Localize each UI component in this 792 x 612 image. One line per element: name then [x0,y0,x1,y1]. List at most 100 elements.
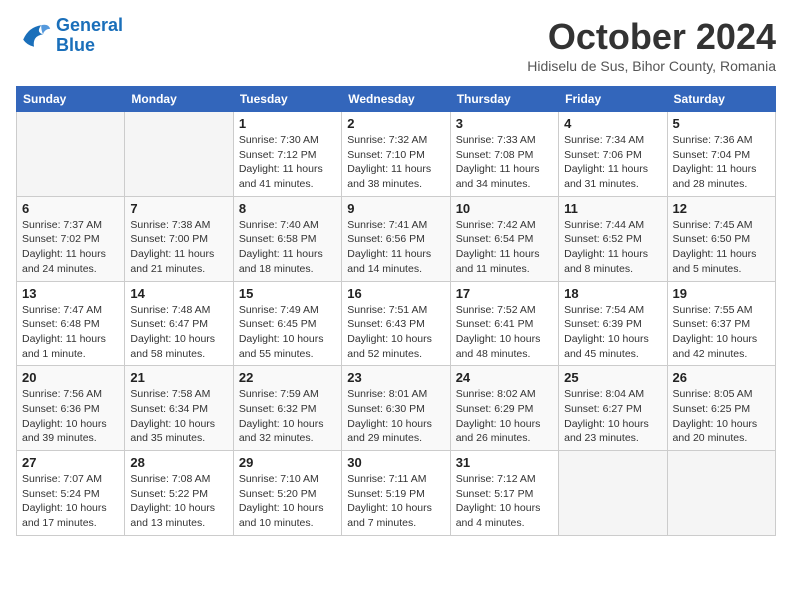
day-cell: 2 Sunrise: 7:32 AM Sunset: 7:10 PM Daylig… [342,112,450,197]
day-info: Sunrise: 7:59 AM Sunset: 6:32 PM Dayligh… [239,387,336,446]
day-number: 25 [564,370,661,385]
col-header-thursday: Thursday [450,87,558,112]
day-info: Sunrise: 7:32 AM Sunset: 7:10 PM Dayligh… [347,133,444,192]
day-number: 22 [239,370,336,385]
day-number: 1 [239,116,336,131]
day-number: 23 [347,370,444,385]
day-number: 17 [456,286,553,301]
day-cell: 19Sunrise: 7:55 AM Sunset: 6:37 PM Dayli… [667,281,775,366]
day-info: Sunrise: 7:42 AM Sunset: 6:54 PM Dayligh… [456,218,553,277]
day-number: 29 [239,455,336,470]
day-cell: 22 Sunrise: 7:59 AM Sunset: 6:32 PM Dayli… [233,366,341,451]
col-header-saturday: Saturday [667,87,775,112]
day-info: Sunrise: 7:33 AM Sunset: 7:08 PM Dayligh… [456,133,553,192]
day-cell: 26Sunrise: 8:05 AM Sunset: 6:25 PM Dayli… [667,366,775,451]
day-number: 26 [673,370,770,385]
day-info: Sunrise: 8:01 AM Sunset: 6:30 PM Dayligh… [347,387,444,446]
day-info: Sunrise: 7:51 AM Sunset: 6:43 PM Dayligh… [347,303,444,362]
week-row-2: 6Sunrise: 7:37 AM Sunset: 7:02 PM Daylig… [17,196,776,281]
day-number: 21 [130,370,227,385]
day-number: 13 [22,286,119,301]
day-number: 16 [347,286,444,301]
day-cell: 29Sunrise: 7:10 AM Sunset: 5:20 PM Dayli… [233,451,341,536]
day-cell: 16 Sunrise: 7:51 AM Sunset: 6:43 PM Dayli… [342,281,450,366]
day-info: Sunrise: 7:08 AM Sunset: 5:22 PM Dayligh… [130,472,227,531]
calendar-title: October 2024 [527,16,776,58]
day-number: 9 [347,201,444,216]
day-number: 28 [130,455,227,470]
day-cell [125,112,233,197]
day-info: Sunrise: 7:12 AM Sunset: 5:17 PM Dayligh… [456,472,553,531]
day-info: Sunrise: 7:36 AM Sunset: 7:04 PM Dayligh… [673,133,770,192]
day-cell: 10 Sunrise: 7:42 AM Sunset: 6:54 PM Dayli… [450,196,558,281]
day-cell: 27 Sunrise: 7:07 AM Sunset: 5:24 PM Dayli… [17,451,125,536]
logo-icon [16,21,52,51]
day-number: 27 [22,455,119,470]
day-info: Sunrise: 7:11 AM Sunset: 5:19 PM Dayligh… [347,472,444,531]
col-header-monday: Monday [125,87,233,112]
day-cell: 30 Sunrise: 7:11 AM Sunset: 5:19 PM Dayli… [342,451,450,536]
day-info: Sunrise: 7:44 AM Sunset: 6:52 PM Dayligh… [564,218,661,277]
day-number: 30 [347,455,444,470]
day-cell: 5 Sunrise: 7:36 AM Sunset: 7:04 PM Daylig… [667,112,775,197]
day-number: 24 [456,370,553,385]
day-number: 31 [456,455,553,470]
day-cell: 13 Sunrise: 7:47 AM Sunset: 6:48 PM Dayli… [17,281,125,366]
day-cell: 28 Sunrise: 7:08 AM Sunset: 5:22 PM Dayli… [125,451,233,536]
day-number: 18 [564,286,661,301]
day-number: 11 [564,201,661,216]
week-row-4: 20 Sunrise: 7:56 AM Sunset: 6:36 PM Dayli… [17,366,776,451]
col-header-tuesday: Tuesday [233,87,341,112]
day-cell: 31 Sunrise: 7:12 AM Sunset: 5:17 PM Dayli… [450,451,558,536]
col-header-wednesday: Wednesday [342,87,450,112]
day-number: 15 [239,286,336,301]
day-number: 2 [347,116,444,131]
week-row-5: 27 Sunrise: 7:07 AM Sunset: 5:24 PM Dayli… [17,451,776,536]
day-number: 8 [239,201,336,216]
day-number: 14 [130,286,227,301]
page-header: General Blue October 2024 Hidiselu de Su… [16,16,776,74]
day-info: Sunrise: 7:54 AM Sunset: 6:39 PM Dayligh… [564,303,661,362]
day-info: Sunrise: 7:49 AM Sunset: 6:45 PM Dayligh… [239,303,336,362]
logo-text-line2: Blue [56,36,123,56]
day-cell: 4 Sunrise: 7:34 AM Sunset: 7:06 PM Daylig… [559,112,667,197]
day-info: Sunrise: 7:40 AM Sunset: 6:58 PM Dayligh… [239,218,336,277]
day-cell: 24 Sunrise: 8:02 AM Sunset: 6:29 PM Dayli… [450,366,558,451]
day-cell: 25Sunrise: 8:04 AM Sunset: 6:27 PM Dayli… [559,366,667,451]
day-info: Sunrise: 8:02 AM Sunset: 6:29 PM Dayligh… [456,387,553,446]
logo: General Blue [16,16,123,56]
day-cell: 8 Sunrise: 7:40 AM Sunset: 6:58 PM Daylig… [233,196,341,281]
col-header-friday: Friday [559,87,667,112]
day-info: Sunrise: 7:55 AM Sunset: 6:37 PM Dayligh… [673,303,770,362]
day-number: 6 [22,201,119,216]
day-cell: 12 Sunrise: 7:45 AM Sunset: 6:50 PM Dayli… [667,196,775,281]
day-cell: 11 Sunrise: 7:44 AM Sunset: 6:52 PM Dayli… [559,196,667,281]
day-number: 7 [130,201,227,216]
title-block: October 2024 Hidiselu de Sus, Bihor Coun… [527,16,776,74]
day-number: 5 [673,116,770,131]
day-cell: 21 Sunrise: 7:58 AM Sunset: 6:34 PM Dayli… [125,366,233,451]
day-cell: 23 Sunrise: 8:01 AM Sunset: 6:30 PM Dayli… [342,366,450,451]
logo-text-line1: General [56,16,123,36]
day-cell: 20 Sunrise: 7:56 AM Sunset: 6:36 PM Dayli… [17,366,125,451]
day-info: Sunrise: 7:41 AM Sunset: 6:56 PM Dayligh… [347,218,444,277]
day-cell: 15 Sunrise: 7:49 AM Sunset: 6:45 PM Dayli… [233,281,341,366]
day-info: Sunrise: 7:07 AM Sunset: 5:24 PM Dayligh… [22,472,119,531]
day-info: Sunrise: 7:56 AM Sunset: 6:36 PM Dayligh… [22,387,119,446]
day-info: Sunrise: 7:34 AM Sunset: 7:06 PM Dayligh… [564,133,661,192]
day-cell: 3Sunrise: 7:33 AM Sunset: 7:08 PM Daylig… [450,112,558,197]
day-cell: 18 Sunrise: 7:54 AM Sunset: 6:39 PM Dayli… [559,281,667,366]
day-info: Sunrise: 7:45 AM Sunset: 6:50 PM Dayligh… [673,218,770,277]
week-row-1: 1Sunrise: 7:30 AM Sunset: 7:12 PM Daylig… [17,112,776,197]
day-cell [667,451,775,536]
day-info: Sunrise: 7:58 AM Sunset: 6:34 PM Dayligh… [130,387,227,446]
day-info: Sunrise: 7:47 AM Sunset: 6:48 PM Dayligh… [22,303,119,362]
day-cell: 6Sunrise: 7:37 AM Sunset: 7:02 PM Daylig… [17,196,125,281]
day-number: 10 [456,201,553,216]
day-number: 4 [564,116,661,131]
day-cell [559,451,667,536]
day-cell: 1Sunrise: 7:30 AM Sunset: 7:12 PM Daylig… [233,112,341,197]
day-number: 20 [22,370,119,385]
day-number: 12 [673,201,770,216]
day-cell: 17Sunrise: 7:52 AM Sunset: 6:41 PM Dayli… [450,281,558,366]
